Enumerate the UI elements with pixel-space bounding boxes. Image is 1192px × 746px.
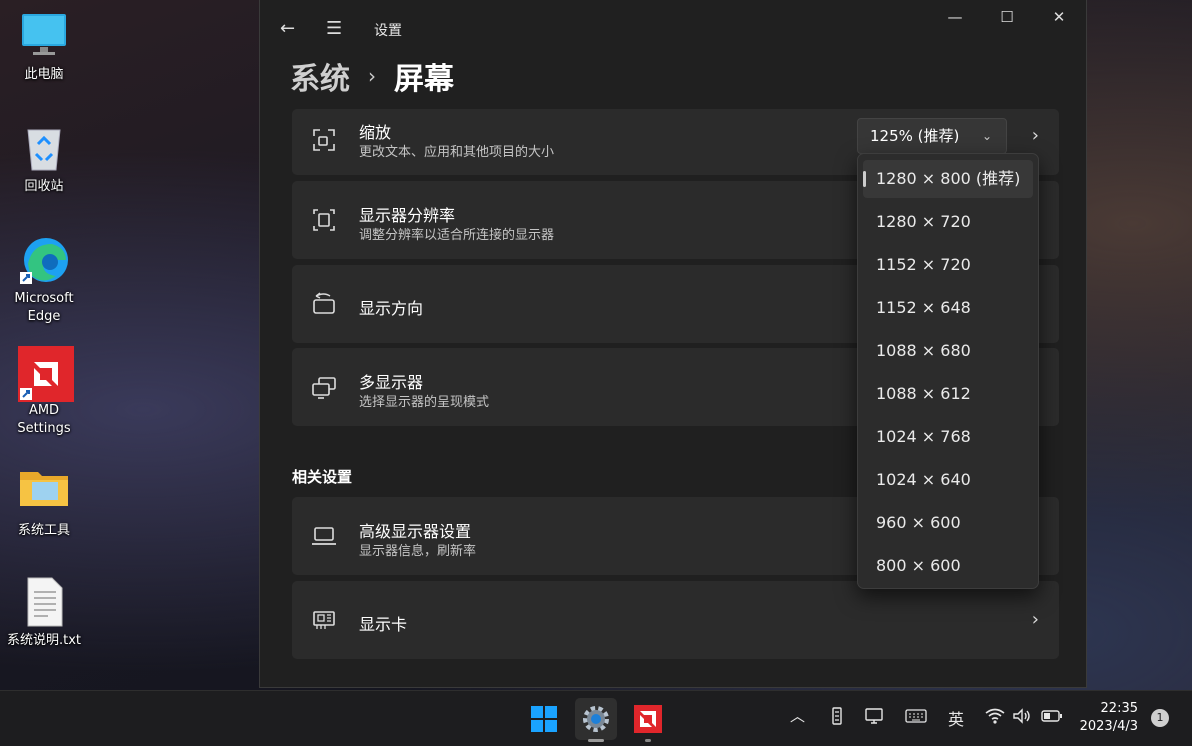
laptop-icon bbox=[312, 527, 336, 545]
resolution-option[interactable]: 1024 × 640 bbox=[863, 461, 1033, 499]
resolution-icon bbox=[313, 209, 335, 231]
battery-icon[interactable] bbox=[1041, 707, 1063, 725]
resolution-option[interactable]: 1088 × 680 bbox=[863, 332, 1033, 370]
breadcrumb-parent[interactable]: 系统 bbox=[290, 54, 350, 98]
display-icon[interactable] bbox=[864, 707, 884, 725]
desktop-icon-readme[interactable]: 系统说明.txt bbox=[2, 576, 86, 650]
resolution-option[interactable]: 1024 × 768 bbox=[863, 418, 1033, 456]
maximize-button[interactable]: ☐ bbox=[984, 8, 1030, 30]
start-button[interactable] bbox=[523, 698, 565, 740]
settings-app-button[interactable] bbox=[575, 698, 617, 742]
desktop-icon-label: 此电脑 bbox=[24, 67, 64, 82]
chevron-right-icon[interactable]: › bbox=[1032, 609, 1039, 630]
resolution-option[interactable]: 1280 × 720 bbox=[863, 203, 1033, 241]
taskbar: ︿ 英 22:35 2023/4/3 1 bbox=[0, 690, 1192, 746]
scale-dropdown[interactable]: 125% (推荐) ⌄ bbox=[857, 118, 1007, 154]
advanced-display-title: 高级显示器设置 bbox=[359, 522, 472, 541]
windows-logo-icon bbox=[531, 706, 557, 732]
resolution-option[interactable]: 960 × 600 bbox=[863, 504, 1033, 542]
hamburger-menu-icon[interactable]: ☰ bbox=[326, 18, 342, 39]
edge-icon bbox=[18, 234, 70, 286]
advanced-display-subtitle: 显示器信息，刷新率 bbox=[359, 544, 477, 559]
page-title: 屏幕 bbox=[394, 62, 454, 97]
desktop-icon-edge[interactable]: Microsoft Edge bbox=[2, 234, 86, 326]
usb-device-icon[interactable] bbox=[829, 707, 845, 725]
monitor-icon bbox=[18, 10, 70, 62]
multi-display-subtitle: 选择显示器的呈现模式 bbox=[359, 395, 490, 410]
folder-icon bbox=[18, 466, 70, 518]
running-indicator bbox=[645, 739, 651, 742]
desktop-icon-label: 回收站 bbox=[24, 179, 64, 194]
resolution-subtitle: 调整分辨率以适合所连接的显示器 bbox=[359, 228, 555, 243]
multi-display-icon bbox=[312, 377, 336, 399]
desktop-icon-recycle-bin[interactable]: 回收站 bbox=[2, 122, 86, 196]
graphics-card[interactable]: 显示卡 › bbox=[292, 581, 1059, 659]
scale-subtitle: 更改文本、应用和其他项目的大小 bbox=[359, 145, 555, 160]
resolution-option[interactable]: 1280 × 800 (推荐) bbox=[863, 160, 1033, 198]
title-bar: ← ☰ 设置 — ☐ ✕ bbox=[260, 0, 1086, 58]
active-indicator bbox=[588, 739, 604, 742]
scale-value: 125% (推荐) bbox=[870, 127, 960, 145]
chevron-down-icon: ⌄ bbox=[981, 129, 992, 143]
wifi-icon[interactable] bbox=[985, 707, 1005, 725]
orientation-icon bbox=[313, 292, 335, 314]
breadcrumb-separator: › bbox=[368, 64, 376, 88]
desktop-icon-this-pc[interactable]: 此电脑 bbox=[2, 10, 86, 84]
notification-badge[interactable]: 1 bbox=[1151, 709, 1169, 727]
desktop-icon-system-tools[interactable]: 系统工具 bbox=[2, 466, 86, 540]
desktop-icon-label: AMD Settings bbox=[17, 403, 71, 436]
desktop-icon-label: 系统工具 bbox=[17, 523, 70, 538]
ime-indicator[interactable]: 英 bbox=[948, 706, 964, 730]
clock-date: 2023/4/3 bbox=[1079, 719, 1138, 734]
resolution-option[interactable]: 1152 × 648 bbox=[863, 289, 1033, 327]
recycle-bin-icon bbox=[18, 122, 70, 174]
orientation-title: 显示方向 bbox=[359, 299, 424, 318]
chevron-right-icon[interactable]: › bbox=[1032, 125, 1039, 146]
system-clock[interactable]: 22:35 2023/4/3 bbox=[1080, 700, 1138, 736]
gear-icon bbox=[583, 706, 609, 732]
graphics-title: 显示卡 bbox=[359, 615, 408, 634]
close-button[interactable]: ✕ bbox=[1036, 8, 1082, 30]
text-file-icon bbox=[18, 576, 70, 628]
settings-window: ← ☰ 设置 — ☐ ✕ 系统 › 屏幕 缩放 更改文本、应用和其他项目的大小 … bbox=[259, 0, 1087, 688]
minimize-button[interactable]: — bbox=[932, 8, 978, 30]
breadcrumb: 系统 › 屏幕 bbox=[290, 52, 454, 100]
desktop-icon-label: 系统说明.txt bbox=[6, 633, 82, 648]
app-title: 设置 bbox=[374, 23, 402, 39]
resolution-dropdown-list: 1280 × 800 (推荐) 1280 × 720 1152 × 720 11… bbox=[857, 153, 1039, 589]
amd-icon bbox=[18, 346, 74, 402]
amd-icon bbox=[634, 705, 662, 733]
resolution-option[interactable]: 1088 × 612 bbox=[863, 375, 1033, 413]
desktop-icon-amd-settings[interactable]: AMD Settings bbox=[2, 346, 86, 438]
graphics-card-icon bbox=[313, 611, 335, 629]
scale-title: 缩放 bbox=[359, 123, 392, 142]
desktop-icon-label: Microsoft Edge bbox=[14, 291, 74, 324]
related-settings-header: 相关设置 bbox=[292, 468, 353, 486]
back-arrow-icon[interactable]: ← bbox=[280, 18, 295, 39]
resolution-option[interactable]: 1152 × 720 bbox=[863, 246, 1033, 284]
resolution-option[interactable]: 800 × 600 bbox=[863, 547, 1033, 585]
volume-icon[interactable] bbox=[1012, 707, 1032, 725]
chevron-up-icon[interactable]: ︿ bbox=[790, 705, 805, 726]
amd-app-button[interactable] bbox=[627, 698, 669, 742]
scale-icon bbox=[313, 129, 335, 151]
keyboard-icon[interactable] bbox=[905, 707, 927, 725]
resolution-title: 显示器分辨率 bbox=[359, 206, 456, 225]
clock-time: 22:35 bbox=[1100, 701, 1138, 716]
multi-display-title: 多显示器 bbox=[359, 373, 424, 392]
